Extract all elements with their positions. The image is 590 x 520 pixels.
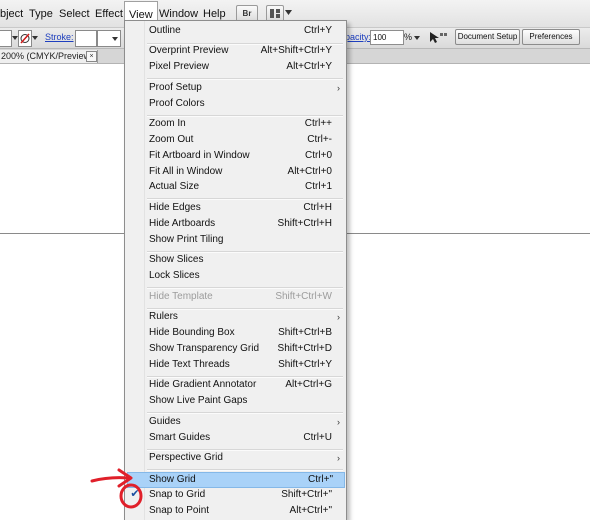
red-circle-annotation xyxy=(119,483,143,509)
annotation-layer xyxy=(90,468,143,509)
red-arrow-annotation xyxy=(90,468,133,488)
